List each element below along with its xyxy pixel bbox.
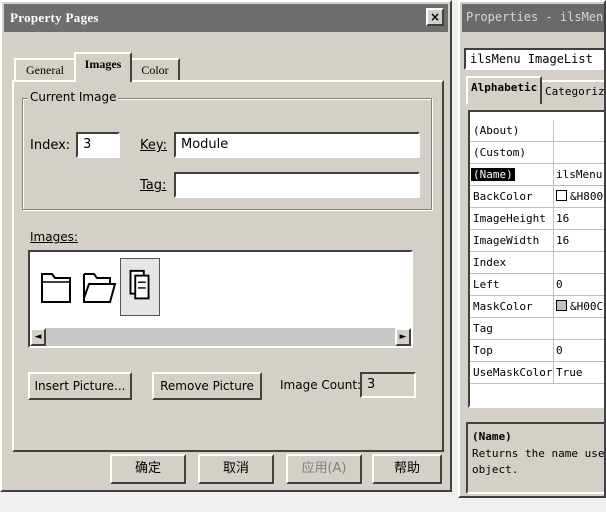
scroll-right-button[interactable]: ► [395, 328, 411, 346]
property-grid: (About) (Custom) (Name) ilsMenu BackColo… [468, 110, 604, 408]
folder-open-icon [83, 273, 117, 303]
prop-value: &H8000 [556, 190, 604, 203]
current-image-group-label: Current Image [28, 90, 119, 104]
help-label: 帮助 [393, 461, 420, 476]
tag-field[interactable] [174, 172, 420, 198]
apply-label: 应用(A) [301, 461, 347, 476]
prop-value: 16 [556, 234, 570, 247]
color-swatch [556, 190, 567, 201]
prop-row-usemaskcolor[interactable]: UseMaskColor True [470, 362, 604, 384]
folder-closed-icon [41, 273, 71, 303]
description-text: Returns the name used to identify an obj… [472, 447, 605, 476]
apply-button[interactable]: 应用(A) [286, 454, 362, 484]
cancel-button[interactable]: 取消 [198, 454, 274, 484]
prop-value: True [556, 366, 583, 379]
tab-alphabetic-label: Alphabetic [471, 81, 538, 94]
tab-images-label: Images [84, 57, 122, 71]
prop-name: ImageWidth [473, 234, 540, 247]
prop-row-maskcolor[interactable]: MaskColor &H00C0 [470, 296, 604, 318]
key-field[interactable]: Module [174, 132, 420, 158]
prop-name: MaskColor [473, 300, 533, 313]
prop-value: 0 [556, 278, 563, 291]
index-label: Index: [30, 138, 71, 153]
description-title: (Name) [472, 430, 512, 443]
prop-name: Tag [473, 322, 493, 335]
index-field[interactable]: 3 [76, 132, 120, 158]
arrow-right-icon: ► [399, 332, 407, 342]
remove-picture-button[interactable]: Remove Picture [152, 372, 262, 400]
prop-row-name[interactable]: (Name) ilsMenu [470, 164, 604, 186]
tab-color[interactable]: Color [130, 58, 180, 82]
document-stack-icon [129, 269, 150, 300]
cancel-label: 取消 [222, 461, 249, 476]
image-item-3[interactable] [120, 258, 160, 316]
prop-row-index[interactable]: Index [470, 252, 604, 274]
object-selector[interactable]: ilsMenu ImageList [464, 48, 604, 70]
tab-categorized[interactable]: Categorized [540, 80, 605, 104]
tab-panel-images: Current Image Index: 3 Key: Module Tag: … [12, 80, 444, 452]
scroll-left-button[interactable]: ◄ [30, 328, 46, 346]
image-item-2[interactable] [78, 258, 118, 316]
properties-title-bar[interactable]: Properties - ilsMenu [462, 4, 606, 32]
close-icon: × [429, 10, 441, 24]
properties-title: Properties - ilsMenu [466, 10, 606, 24]
images-list[interactable]: ◄ ► [28, 250, 413, 348]
properties-window: Properties - ilsMenu ilsMenu ImageList A… [458, 0, 606, 498]
prop-row-custom[interactable]: (Custom) [470, 142, 604, 164]
description-pane: (Name) Returns the name used to identify… [466, 422, 605, 494]
prop-value: 16 [556, 212, 570, 225]
prop-row-left[interactable]: Left 0 [470, 274, 604, 296]
arrow-left-icon: ◄ [34, 332, 42, 342]
prop-name: UseMaskColor [473, 366, 553, 379]
prop-name: Top [473, 344, 493, 357]
remove-picture-label: Remove Picture [160, 379, 254, 393]
insert-picture-button[interactable]: Insert Picture... [28, 372, 132, 400]
help-button[interactable]: 帮助 [372, 454, 442, 484]
images-label: Images: [30, 230, 78, 244]
ok-label: 确定 [134, 461, 161, 476]
prop-value: 0 [556, 344, 563, 357]
property-pages-dialog: Property Pages × General Images Color Cu… [0, 0, 452, 492]
tab-color-label: Color [141, 63, 169, 77]
prop-value: &H00C0 [556, 300, 604, 313]
close-button[interactable]: × [426, 8, 444, 26]
ok-button[interactable]: 确定 [110, 454, 186, 484]
dialog-title: Property Pages [10, 10, 99, 25]
prop-row-tag[interactable]: Tag [470, 318, 604, 340]
tab-images[interactable]: Images [74, 52, 132, 82]
prop-name: ImageHeight [473, 212, 546, 225]
tab-general[interactable]: General [14, 58, 76, 82]
image-count-label: Image Count: [280, 378, 362, 392]
prop-row-about[interactable]: (About) [470, 120, 604, 142]
prop-name: (Custom) [473, 146, 526, 159]
prop-name: (Name) [471, 168, 515, 181]
prop-row-imageheight[interactable]: ImageHeight 16 [470, 208, 604, 230]
dialog-title-bar[interactable]: Property Pages × [4, 4, 448, 32]
tab-general-label: General [26, 63, 64, 77]
prop-name: (About) [473, 124, 520, 137]
prop-name: BackColor [473, 190, 533, 203]
tab-categorized-label: Categorized [545, 85, 605, 98]
image-item-1[interactable] [36, 258, 76, 316]
images-scrollbar[interactable]: ◄ ► [30, 328, 411, 346]
tag-label: Tag: [140, 178, 167, 193]
key-label: Key: [140, 138, 168, 153]
prop-name: Index [473, 256, 507, 269]
prop-value: ilsMenu [556, 168, 603, 181]
tab-alphabetic[interactable]: Alphabetic [466, 76, 543, 104]
prop-name: Left [473, 278, 500, 291]
prop-row-imagewidth[interactable]: ImageWidth 16 [470, 230, 604, 252]
insert-picture-label: Insert Picture... [34, 379, 126, 393]
prop-row-top[interactable]: Top 0 [470, 340, 604, 362]
image-count-field: 3 [360, 372, 416, 398]
prop-row-backcolor[interactable]: BackColor &H8000 [470, 186, 604, 208]
color-swatch [556, 300, 567, 311]
